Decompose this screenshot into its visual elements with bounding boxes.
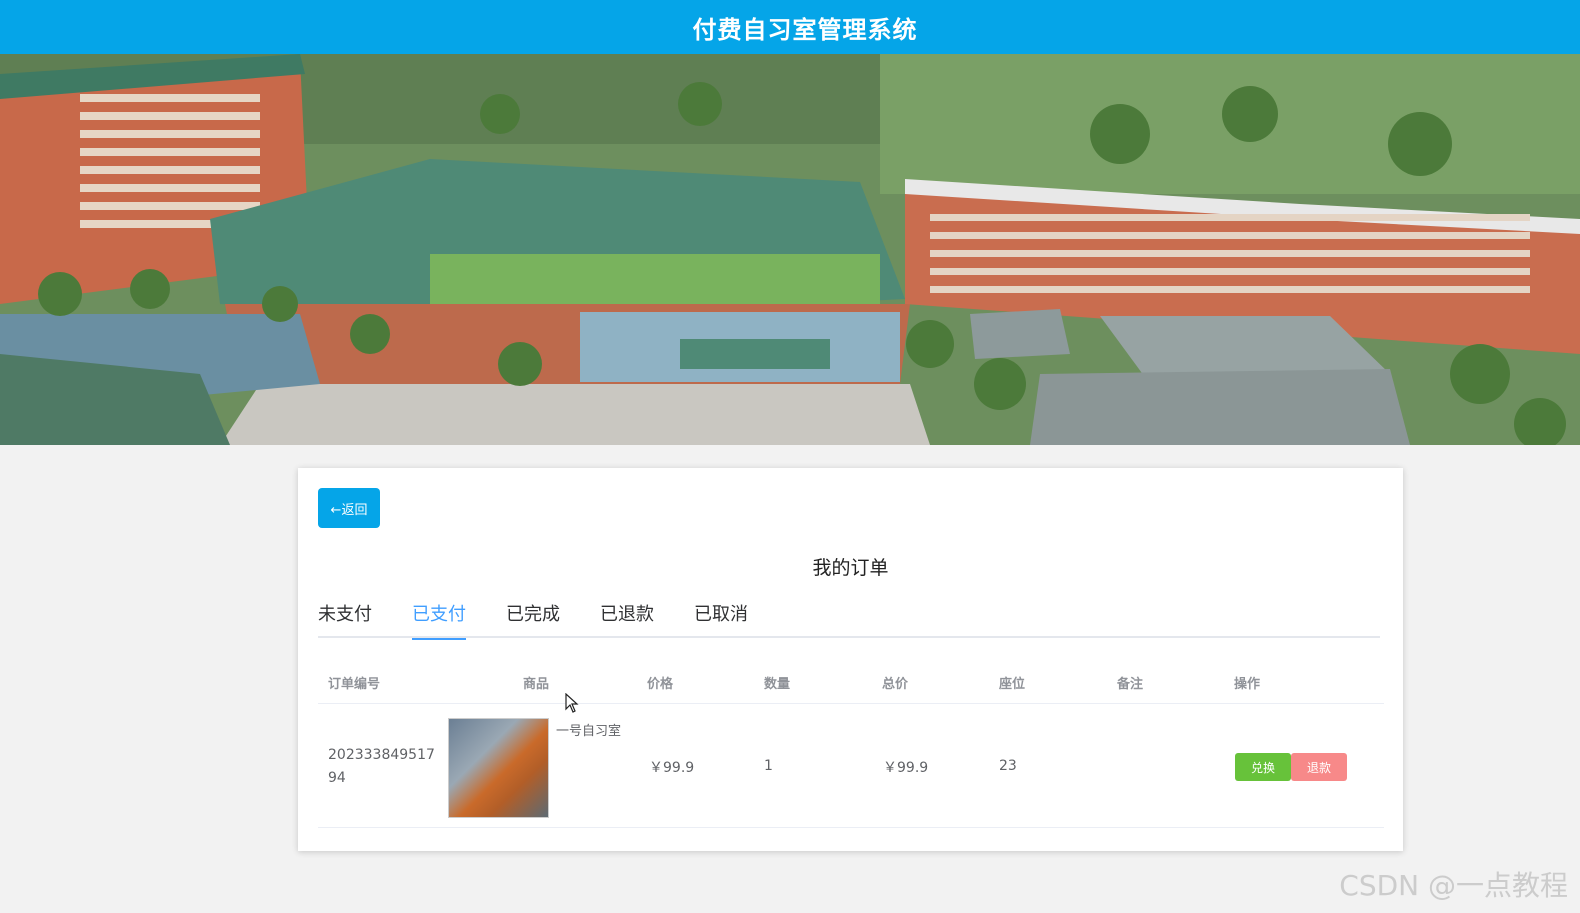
product-name: 一号自习室 <box>556 724 622 739</box>
orders-card: ←返回 我的订单 未支付 已支付 已完成 已退款 已取消 订单编号 商品 价格 … <box>298 468 1403 851</box>
page-title: 我的订单 <box>812 557 889 579</box>
table-header: 订单编号 商品 价格 数量 总价 座位 备注 操作 <box>318 658 1384 704</box>
column-header-order-no: 订单编号 <box>328 677 381 692</box>
total-cell: ￥99.9 <box>883 760 929 776</box>
app-title: 付费自习室管理系统 <box>692 15 918 44</box>
back-button[interactable]: ←返回 <box>318 488 380 528</box>
banner-carousel[interactable] <box>0 54 1580 445</box>
tab-paid[interactable]: 已支付 <box>412 602 466 640</box>
column-header-seat: 座位 <box>999 677 1026 692</box>
column-header-quantity: 数量 <box>764 677 791 692</box>
column-header-product: 商品 <box>523 677 550 692</box>
column-header-note: 备注 <box>1117 677 1144 692</box>
orders-table: 订单编号 商品 价格 数量 总价 座位 备注 操作 202333849517 9… <box>318 658 1384 828</box>
product-thumbnail <box>448 718 549 818</box>
watermark: CSDN @一点教程 <box>1339 869 1568 902</box>
tab-completed[interactable]: 已完成 <box>506 602 560 638</box>
tab-refunded[interactable]: 已退款 <box>600 602 654 638</box>
column-header-price: 价格 <box>647 677 674 692</box>
tab-cancelled[interactable]: 已取消 <box>694 602 748 638</box>
refund-button[interactable]: 退款 <box>1291 753 1347 781</box>
banner-image <box>0 54 1580 445</box>
order-number-cell: 202333849517 94 <box>328 744 435 790</box>
seat-cell: 23 <box>999 758 1017 774</box>
price-cell: ￥99.9 <box>649 760 695 776</box>
table-row: 202333849517 94 一号自习室 ￥99.9 1 ￥99.9 23 兑… <box>318 704 1384 828</box>
app-header: 付费自习室管理系统 <box>0 0 1580 54</box>
column-header-actions: 操作 <box>1234 677 1261 692</box>
column-header-total: 总价 <box>882 677 909 692</box>
exchange-button[interactable]: 兑换 <box>1235 753 1291 781</box>
order-number-line-2: 94 <box>328 770 346 786</box>
order-number-line-1: 202333849517 <box>328 747 435 763</box>
quantity-cell: 1 <box>764 758 773 774</box>
mouse-pointer-icon <box>565 693 579 713</box>
tab-unpaid[interactable]: 未支付 <box>318 602 372 638</box>
order-status-tabs: 未支付 已支付 已完成 已退款 已取消 <box>318 602 1380 640</box>
